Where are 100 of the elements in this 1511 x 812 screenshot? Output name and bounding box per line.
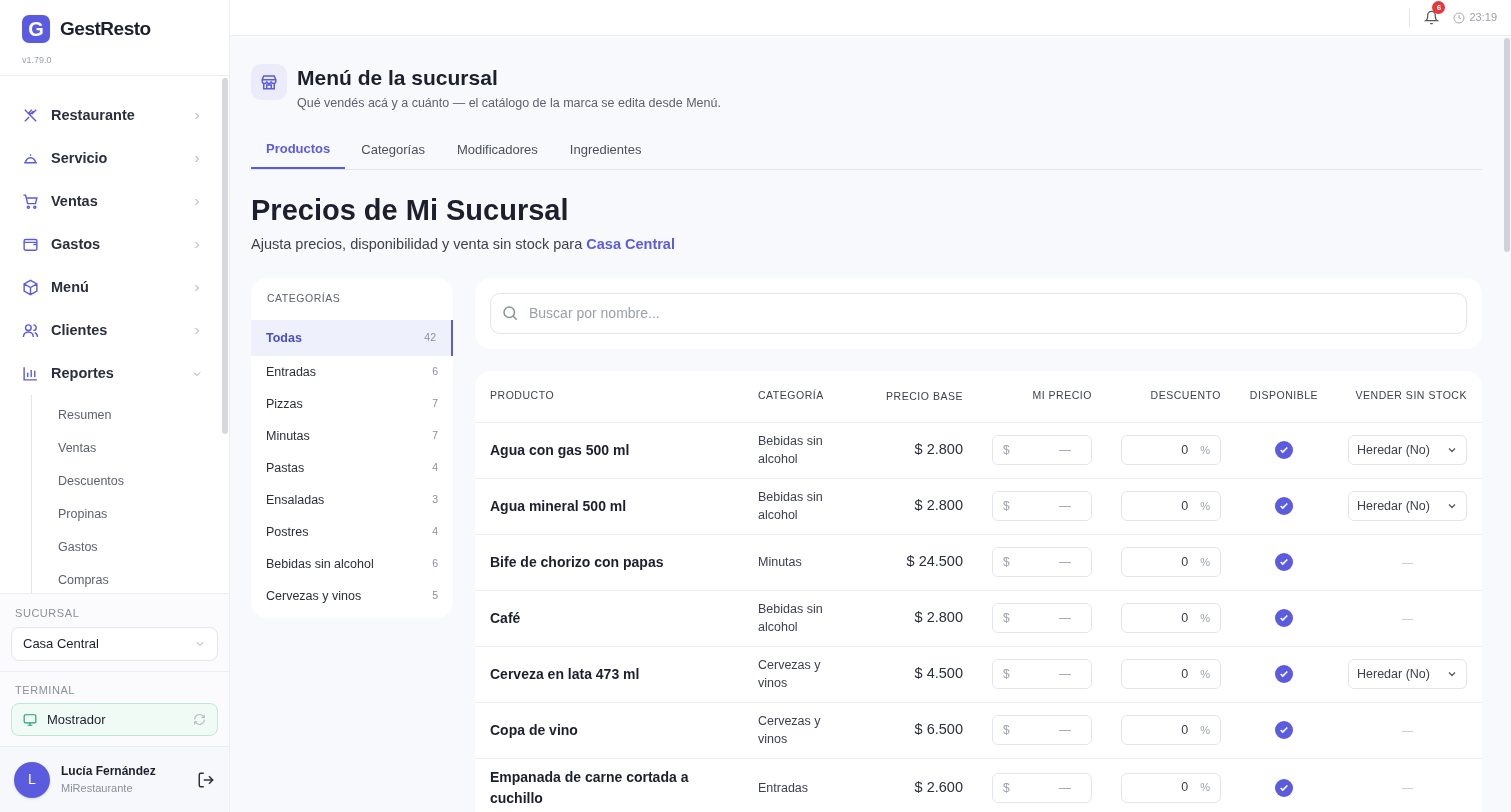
empty-value: — (1401, 554, 1414, 570)
category-name: Cervezas y vinos (266, 587, 362, 605)
nav-item[interactable]: Menú (10, 266, 209, 309)
discount-input[interactable]: 0 % (1121, 547, 1221, 577)
category-name: Pizzas (266, 395, 303, 413)
category-item[interactable]: Minutas 7 (251, 420, 453, 453)
section-label: SUCURSAL (14, 606, 81, 621)
category-count: 42 (424, 330, 436, 346)
logout-icon[interactable] (197, 770, 215, 789)
availability-checkbox[interactable] (1275, 721, 1293, 739)
price-cell-text: $ 6.500 (913, 720, 963, 740)
nav-item[interactable]: Reportes (10, 352, 209, 395)
discount-input[interactable]: 0 % (1121, 772, 1221, 803)
availability-checkbox[interactable] (1275, 778, 1293, 797)
stock-select[interactable]: Heredar (No) (1348, 491, 1467, 521)
category-item[interactable]: Todas 42 (251, 320, 453, 357)
nav-item[interactable]: Servicio (10, 137, 209, 180)
terminal-name: Mostrador (47, 710, 106, 729)
check-icon (1279, 557, 1289, 567)
empty-value: — (1401, 722, 1414, 738)
product-name: Bife de chorizo con papas (490, 552, 665, 572)
utensils-icon (22, 107, 39, 124)
availability-checkbox[interactable] (1275, 609, 1293, 627)
clock-icon (1453, 11, 1466, 24)
nav-subitem[interactable]: Descuentos (32, 465, 209, 498)
page-title: Precios de Mi Sucursal (251, 192, 570, 228)
version-label: v1.79.0 (22, 53, 53, 67)
nav-item[interactable]: Clientes (10, 309, 209, 352)
check-icon (1279, 445, 1289, 455)
availability-checkbox[interactable] (1275, 497, 1293, 515)
branch-select[interactable]: Casa Central (11, 626, 218, 661)
stock-select[interactable]: Heredar (No) (1348, 659, 1467, 689)
discount-input[interactable]: 0 % (1121, 491, 1221, 521)
users-icon (22, 322, 39, 339)
nav-item[interactable]: Gastos (10, 223, 209, 266)
nav-subitem[interactable]: Compras (32, 564, 209, 593)
nav-subitem[interactable]: Resumen (32, 399, 209, 432)
nav-item[interactable]: Restaurante (10, 94, 209, 137)
category-name: Entradas (266, 363, 317, 381)
tab[interactable]: Ingredientes (553, 130, 658, 169)
nav-subitem[interactable]: Gastos (32, 531, 209, 564)
check-icon (1279, 613, 1289, 623)
empty-value: — (1401, 780, 1414, 796)
search-field[interactable]: Buscar por nombre... (490, 292, 1467, 334)
category-item[interactable]: Ensaladas 3 (251, 484, 453, 517)
check-icon (1279, 782, 1289, 793)
availability-checkbox[interactable] (1275, 665, 1293, 683)
empty-value: — (1401, 610, 1414, 626)
tab[interactable]: Productos (251, 130, 346, 169)
category-item[interactable]: Entradas 6 (251, 356, 453, 389)
branch-link[interactable]: Casa Central (586, 235, 675, 252)
check-icon (1279, 669, 1289, 679)
stock-select[interactable]: Heredar (No) (1348, 435, 1467, 465)
category-item[interactable]: Pastas 4 (251, 452, 453, 485)
price-cell-text: $ 2.800 (913, 608, 963, 628)
category-count: 4 (432, 524, 438, 540)
search-icon (501, 303, 519, 322)
category-count: 4 (432, 460, 438, 476)
cart-icon (22, 193, 39, 210)
logo-icon: G (22, 15, 50, 44)
category-item[interactable]: Cervezas y vinos 5 (251, 580, 453, 613)
clock-time: 23:19 (1469, 10, 1497, 26)
discount-input[interactable]: 0 % (1121, 603, 1221, 633)
notification-badge: 6 (1432, 1, 1446, 14)
monitor-icon (23, 712, 37, 727)
category-count: 7 (432, 396, 438, 412)
page-subtitle: Ajusta precios, disponibilidad y venta sin stock para (251, 235, 583, 252)
price-cell-text: $ 24.500 (905, 552, 963, 572)
category-name: Ensaladas (266, 491, 325, 509)
discount-input[interactable]: 0 % (1121, 659, 1221, 689)
category-name: Todas (266, 329, 302, 347)
tab[interactable]: Modificadores (440, 130, 554, 169)
bar-chart-icon (22, 365, 39, 382)
category-cell-text: Cervezas y vinos (758, 657, 822, 692)
category-item[interactable]: Bebidas sin alcohol 6 (251, 548, 453, 581)
category-item[interactable]: Postres 4 (251, 516, 453, 549)
category-cell-text: Bebidas sin alcohol (758, 433, 824, 468)
discount-input[interactable]: 0 % (1121, 435, 1221, 465)
column-header: DESCUENTO (1149, 388, 1221, 404)
category-cell-text: Cervezas y vinos (758, 713, 822, 748)
tab[interactable]: Categorías (345, 130, 441, 169)
discount-input[interactable]: 0 % (1121, 715, 1221, 745)
nav-item[interactable]: Ventas (10, 180, 209, 223)
column-header: PRECIO BASE (885, 389, 963, 403)
store-icon (251, 64, 287, 100)
nav-subitem[interactable]: Propinas (32, 498, 209, 531)
scrollbar[interactable] (222, 78, 228, 434)
notifications-bell-icon[interactable] (1424, 10, 1440, 25)
scrollbar[interactable] (1504, 38, 1510, 252)
box-icon (22, 279, 39, 296)
category-item[interactable]: Pizzas 7 (251, 388, 453, 421)
availability-checkbox[interactable] (1275, 553, 1293, 571)
nav-subitem[interactable]: Ventas (32, 432, 209, 465)
check-icon (1279, 501, 1289, 511)
section-label: TERMINAL (14, 682, 77, 698)
category-name: Postres (266, 523, 309, 541)
terminal-select[interactable]: Mostrador (11, 703, 218, 736)
column-header: CATEGORÍA (758, 388, 825, 404)
avatar: L (14, 761, 50, 798)
availability-checkbox[interactable] (1275, 441, 1293, 459)
